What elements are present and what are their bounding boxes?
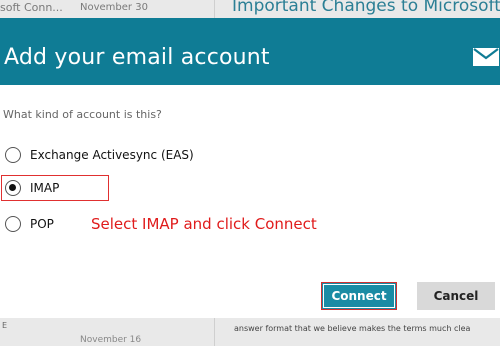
option-imap-label: IMAP: [30, 181, 60, 195]
mail-envelope-icon: [473, 48, 499, 66]
background-letter: E: [2, 321, 8, 330]
background-subject: Important Changes to Microsoft S: [232, 0, 500, 16]
dialog-header: Add your email account: [0, 18, 500, 85]
annotation-instruction: Select IMAP and click Connect: [91, 215, 317, 233]
radio-selected-dot: [9, 184, 16, 191]
background-date-bottom: November 16: [80, 335, 142, 345]
radio-exchange[interactable]: [5, 147, 21, 163]
background-excerpt: answer format that we believe makes the …: [234, 324, 471, 333]
option-exchange-label: Exchange Activesync (EAS): [30, 148, 194, 162]
background-email-list-top: soft Conn... November 30 Important Chang…: [0, 0, 500, 18]
background-divider-bottom: [214, 318, 215, 346]
background-sender: soft Conn...: [0, 1, 63, 14]
add-account-dialog: Add your email account What kind of acco…: [0, 18, 500, 318]
account-type-question: What kind of account is this?: [3, 108, 162, 121]
radio-imap[interactable]: [5, 180, 21, 196]
dialog-title: Add your email account: [4, 45, 270, 70]
background-email-list-bottom: E November 16 answer format that we beli…: [0, 318, 500, 346]
option-pop-label: POP: [30, 217, 54, 231]
radio-pop[interactable]: [5, 216, 21, 232]
connect-button[interactable]: Connect: [321, 282, 397, 310]
background-date: November 30: [80, 2, 148, 13]
cancel-button[interactable]: Cancel: [417, 282, 495, 310]
background-divider: [214, 0, 215, 18]
